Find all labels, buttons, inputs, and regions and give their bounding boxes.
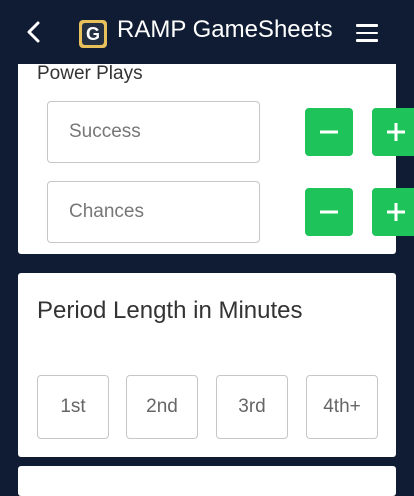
next-card [18, 466, 396, 496]
chances-field[interactable]: Chances [47, 181, 260, 243]
period-length-card: Period Length in Minutes 1st 2nd 3rd 4th… [18, 273, 396, 457]
app-logo-letter: G [82, 23, 104, 45]
period-1st-field[interactable]: 1st [37, 375, 109, 439]
success-increment-button[interactable] [372, 108, 414, 156]
minus-icon [320, 210, 338, 214]
period-3rd-field[interactable]: 3rd [216, 375, 288, 439]
period-4th-plus-field[interactable]: 4th+ [306, 375, 378, 439]
chances-increment-button[interactable] [372, 188, 414, 236]
period-2nd-field[interactable]: 2nd [126, 375, 198, 439]
success-decrement-button[interactable] [305, 108, 353, 156]
plus-icon [387, 123, 405, 141]
app-header: G RAMP GameSheets [0, 0, 414, 64]
app-logo-icon: G [79, 20, 107, 48]
plus-icon [387, 203, 405, 221]
chances-decrement-button[interactable] [305, 188, 353, 236]
power-plays-card: Power Plays Success Chances [18, 40, 414, 254]
minus-icon [320, 130, 338, 134]
period-length-title: Period Length in Minutes [37, 297, 303, 324]
success-field[interactable]: Success [47, 101, 260, 163]
power-plays-label: Power Plays [37, 63, 143, 84]
hamburger-menu-icon[interactable] [356, 24, 378, 42]
back-chevron-icon[interactable] [20, 18, 48, 46]
app-title: RAMP GameSheets [117, 16, 333, 43]
